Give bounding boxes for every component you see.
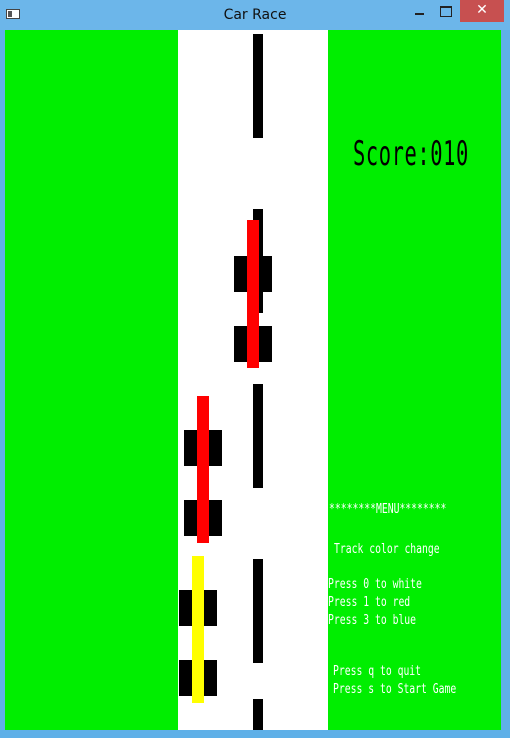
close-button[interactable]: ✕ — [460, 0, 504, 22]
menu-option-white: Press 0 to white — [328, 577, 422, 592]
menu-track-color-label: Track color change — [334, 542, 440, 557]
menu-heading: ********MENU******** — [329, 502, 447, 517]
minimize-button[interactable] — [406, 0, 432, 22]
app-window: Car Race ✕ Score:010 ********MENU*******… — [0, 0, 510, 738]
maximize-button[interactable] — [432, 0, 458, 22]
score-display: Score:010 — [353, 134, 469, 174]
car-body — [247, 220, 259, 368]
lane-marker — [253, 559, 263, 663]
menu-option-red: Press 1 to red — [328, 595, 411, 610]
menu-start: Press s to Start Game — [333, 682, 457, 697]
game-canvas[interactable]: Score:010 ********MENU******** Track col… — [5, 30, 501, 730]
lane-marker — [253, 384, 263, 488]
car-body — [192, 556, 204, 703]
lane-marker — [253, 699, 263, 730]
lane-marker — [253, 34, 263, 138]
close-icon: ✕ — [476, 2, 488, 18]
car-body — [197, 396, 209, 543]
title-bar[interactable]: Car Race ✕ — [0, 0, 510, 30]
menu-option-blue: Press 3 to blue — [328, 613, 417, 628]
menu-quit: Press q to quit — [333, 664, 422, 679]
